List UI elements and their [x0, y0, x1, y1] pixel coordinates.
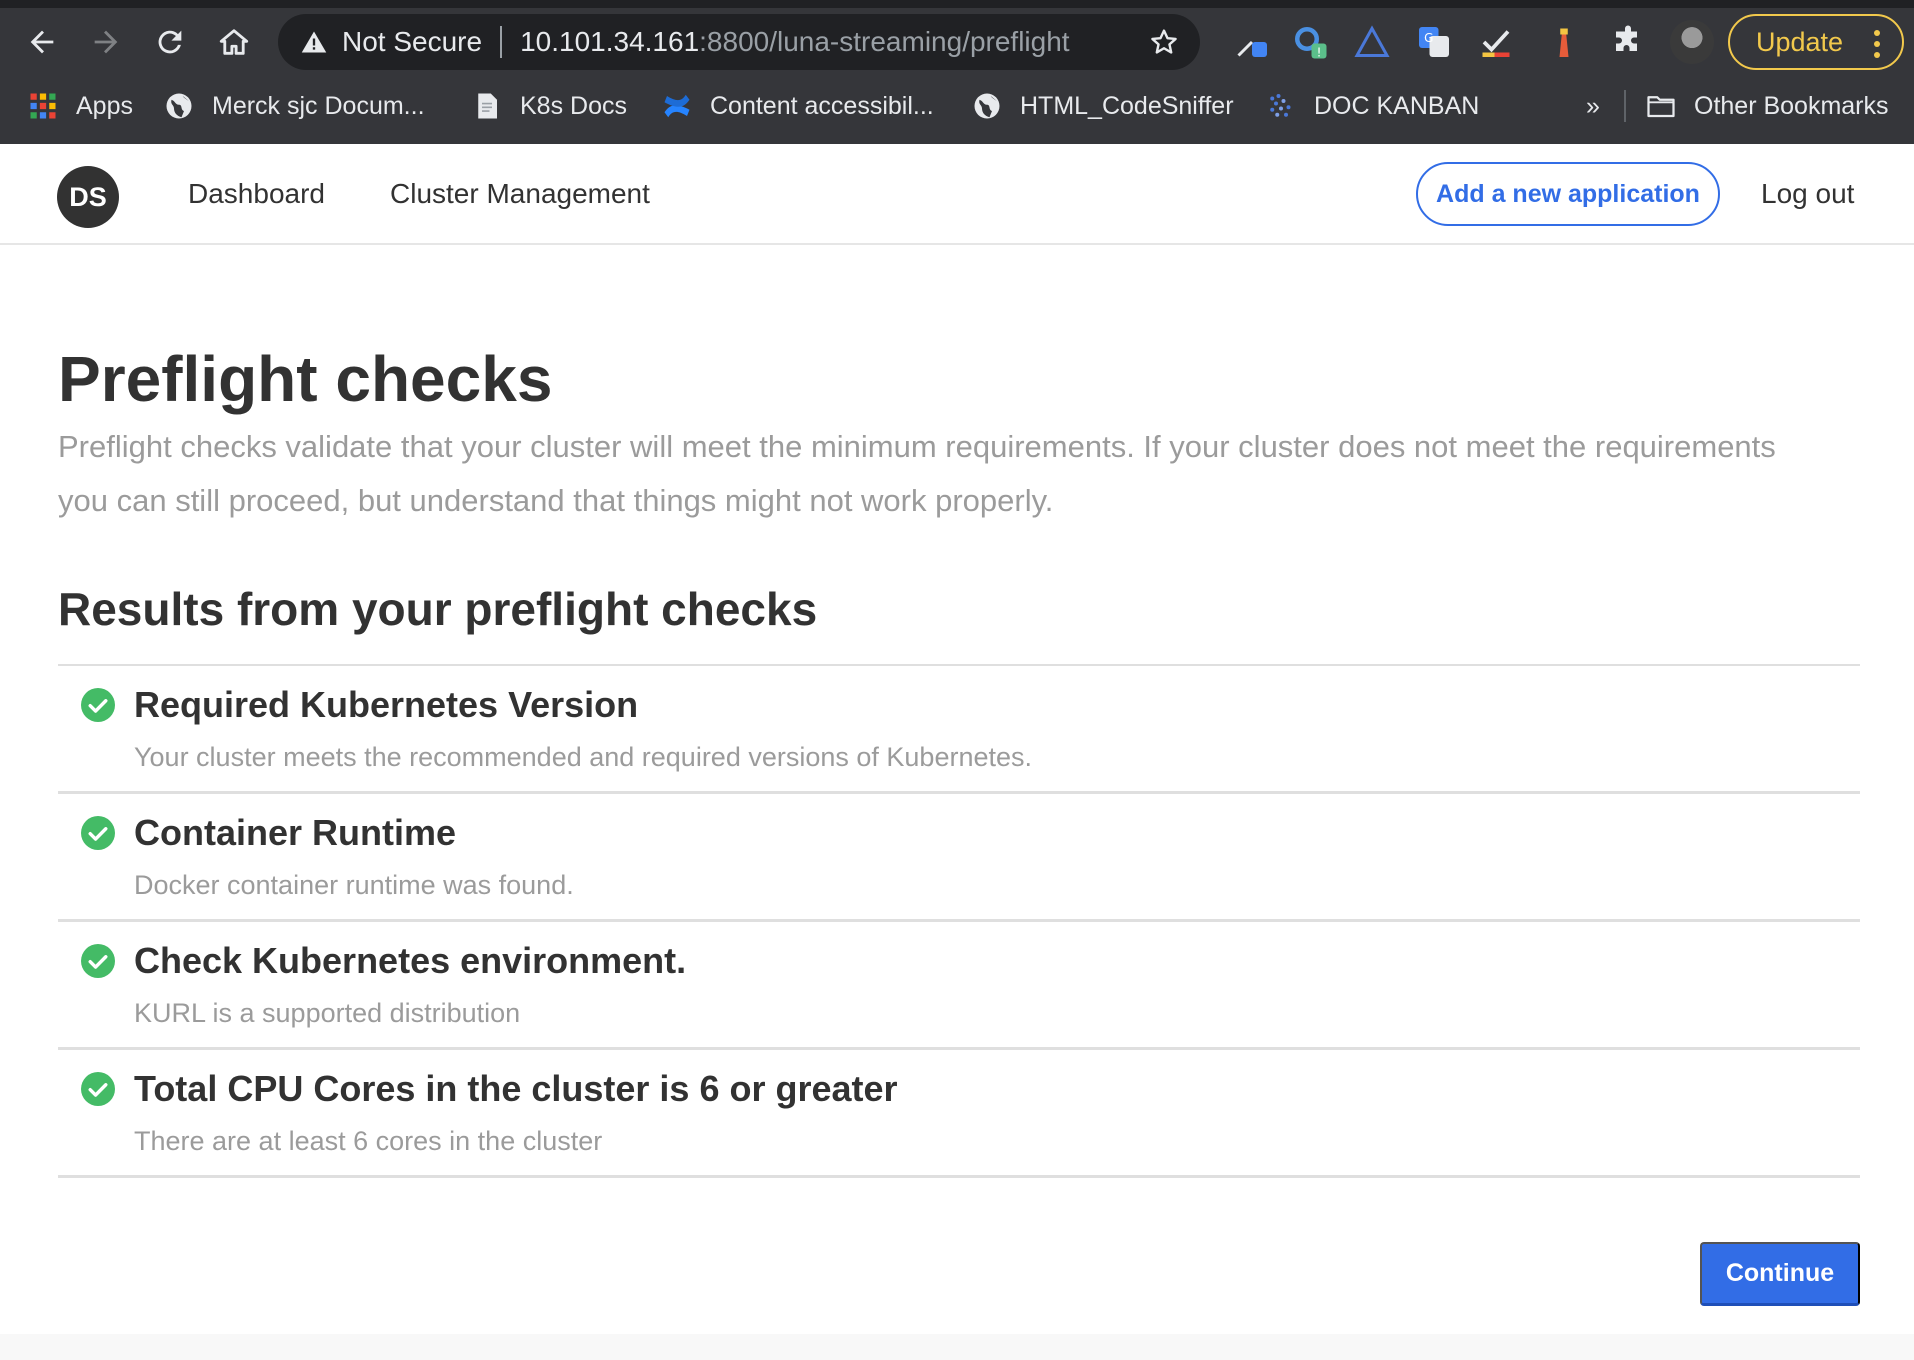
eyedropper-extension[interactable]	[1232, 22, 1272, 62]
browser-top-strip	[0, 0, 1914, 8]
checkmark-extension-icon	[1482, 30, 1510, 57]
page-description: Preflight checks validate that your clus…	[58, 429, 1776, 518]
reload-icon	[158, 30, 182, 54]
apps-grid-icon	[28, 91, 58, 121]
result-message: Docker container runtime was found.	[134, 870, 574, 900]
check-circle-icon	[81, 816, 115, 850]
security-label: Not Secure	[342, 26, 483, 57]
preflight-result-row: Check Kubernetes environment. KURL is a …	[58, 922, 1860, 1050]
update-button[interactable]: Update	[1728, 14, 1904, 70]
bookmark-star-icon[interactable]	[1148, 26, 1180, 58]
url-path: :8800/luna-streaming/preflight	[699, 26, 1070, 57]
document-icon	[472, 91, 502, 121]
translate-extension[interactable]: G	[1414, 22, 1454, 62]
preflight-result-row: Total CPU Cores in the cluster is 6 or g…	[58, 1050, 1860, 1178]
bookmarks-divider	[1624, 90, 1626, 122]
bookmark-label: DOC KANBAN	[1314, 91, 1480, 120]
result-message: Your cluster meets the recommended and r…	[134, 742, 1033, 772]
bookmark-html-codesniffer[interactable]: HTML_CodeSniffer	[972, 88, 1234, 124]
check-circle-icon	[81, 1072, 115, 1106]
result-title: Check Kubernetes environment.	[134, 940, 687, 981]
puzzle-piece-icon	[1616, 25, 1637, 51]
bookmark-label: Merck sjc Docum...	[212, 91, 425, 120]
address-divider	[500, 26, 503, 58]
back-arrow-icon	[30, 30, 54, 54]
result-message: KURL is a supported distribution	[134, 998, 521, 1028]
ds-logo[interactable]: DS	[57, 166, 119, 228]
folder-icon	[1646, 91, 1676, 121]
bookmark-merck[interactable]: Merck sjc Docum...	[164, 88, 425, 124]
bookmark-content-accessibility[interactable]: Content accessibil...	[662, 88, 934, 124]
back-button[interactable]	[20, 20, 64, 64]
magnifier-extension-icon: !	[1295, 27, 1327, 59]
add-new-application-button[interactable]: Add a new application	[1416, 162, 1720, 226]
address-bar[interactable]: Not Secure 10.101.34.161:8800/luna-strea…	[278, 14, 1200, 70]
axe-extension[interactable]	[1352, 22, 1392, 62]
home-icon	[219, 29, 249, 55]
search-extension[interactable]: !	[1290, 22, 1330, 62]
svg-text:!: !	[1317, 45, 1322, 59]
lighthouse-icon	[1559, 28, 1569, 57]
preflight-result-row: Container Runtime Docker container runti…	[58, 794, 1860, 922]
url-host: 10.101.34.161	[520, 26, 700, 57]
bookmark-label: Other Bookmarks	[1694, 91, 1889, 120]
results-heading: Results from your preflight checks	[58, 583, 818, 635]
confluence-icon	[662, 91, 692, 121]
translate-icon: G	[1419, 27, 1449, 57]
overflow-chevron-icon: »	[1586, 91, 1600, 120]
lighthouse-extension[interactable]	[1544, 22, 1584, 62]
bookmark-doc-kanban[interactable]: DOC KANBAN	[1266, 88, 1479, 124]
page-title: Preflight checks	[58, 343, 553, 415]
bookmarks-overflow-button[interactable]: »	[1586, 88, 1600, 124]
other-bookmarks[interactable]: Other Bookmarks	[1646, 88, 1889, 124]
eyedropper-icon	[1237, 40, 1267, 57]
nav-dashboard[interactable]: Dashboard	[188, 178, 325, 210]
profile-avatar[interactable]	[1670, 20, 1714, 64]
browser-chrome: Not Secure 10.101.34.161:8800/luna-strea…	[0, 0, 1914, 144]
bookmark-label: HTML_CodeSniffer	[1020, 91, 1234, 120]
update-label: Update	[1756, 26, 1844, 57]
bookmark-label: Content accessibil...	[710, 91, 934, 120]
check-circle-icon	[81, 944, 115, 978]
warning-triangle-icon	[301, 31, 327, 53]
logout-link[interactable]: Log out	[1761, 178, 1854, 210]
bookmark-apps[interactable]: Apps	[28, 88, 133, 124]
globe-icon	[972, 91, 1002, 121]
checklist-extension[interactable]	[1476, 22, 1516, 62]
page-footer	[0, 1334, 1914, 1360]
kanban-icon	[1266, 91, 1296, 121]
continue-button[interactable]: Continue	[1700, 1242, 1860, 1306]
result-title: Container Runtime	[134, 812, 457, 853]
triangle-extension-icon	[1354, 25, 1390, 57]
globe-icon	[164, 91, 194, 121]
result-message: There are at least 6 cores in the cluste…	[134, 1126, 603, 1156]
forward-button[interactable]	[84, 20, 128, 64]
preflight-results-list: Required Kubernetes Version Your cluster…	[58, 664, 1860, 1178]
kebab-menu-icon	[1874, 30, 1880, 58]
svg-text:G: G	[1424, 31, 1433, 45]
reload-button[interactable]	[148, 20, 192, 64]
result-title: Total CPU Cores in the cluster is 6 or g…	[134, 1068, 898, 1109]
bookmark-label: Apps	[76, 91, 133, 120]
extensions-menu[interactable]	[1608, 22, 1648, 62]
result-title: Required Kubernetes Version	[134, 684, 639, 725]
forward-arrow-icon	[94, 30, 118, 54]
bookmark-label: K8s Docs	[520, 91, 627, 120]
nav-cluster-management[interactable]: Cluster Management	[390, 178, 650, 210]
app-header: DS Dashboard Cluster Management Add a ne…	[0, 144, 1914, 245]
bookmark-k8s-docs[interactable]: K8s Docs	[472, 88, 627, 124]
check-circle-icon	[81, 688, 115, 722]
preflight-result-row: Required Kubernetes Version Your cluster…	[58, 666, 1860, 794]
home-button[interactable]	[212, 20, 256, 64]
